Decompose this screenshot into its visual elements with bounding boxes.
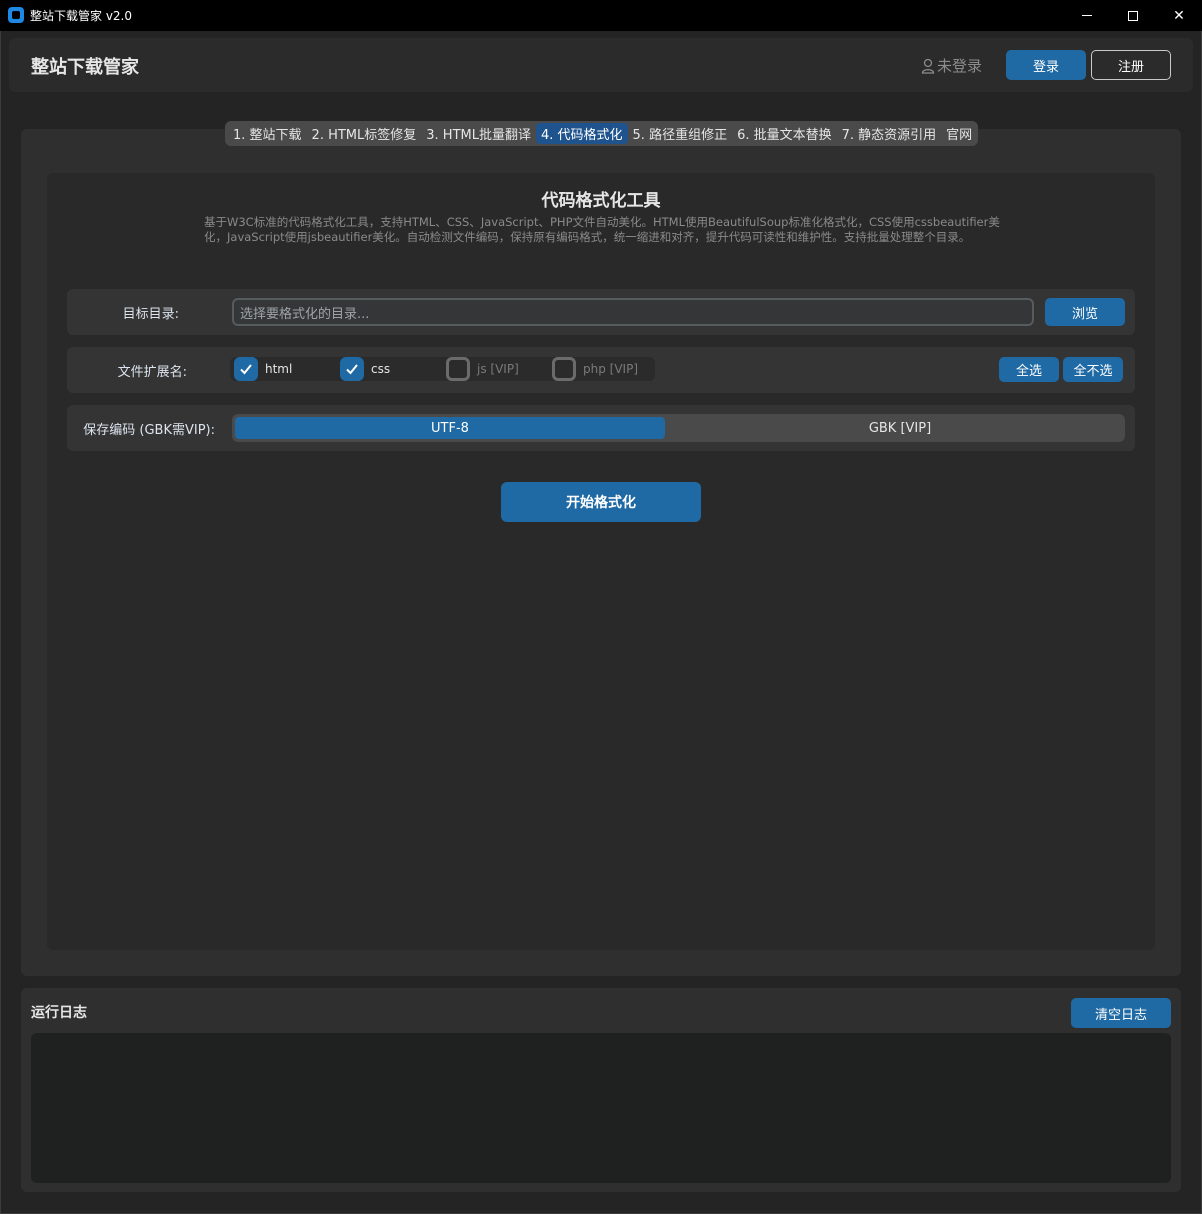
tab-path-fix[interactable]: 5. 路径重组修正 (628, 123, 733, 144)
browse-button[interactable]: 浏览 (1045, 298, 1125, 326)
app-icon (8, 7, 24, 23)
checkbox-label: js [VIP] (477, 362, 519, 376)
checkbox-js[interactable]: js [VIP] (446, 357, 519, 381)
minimize-button[interactable] (1064, 0, 1110, 31)
tab-html-tag-fix[interactable]: 2. HTML标签修复 (307, 123, 422, 144)
tab-code-format[interactable]: 4. 代码格式化 (535, 123, 628, 144)
maximize-button[interactable] (1110, 0, 1156, 31)
tab-official-site[interactable]: 官网 (941, 123, 977, 144)
tool-title: 代码格式化工具 (541, 191, 661, 211)
minimize-icon (1082, 15, 1092, 16)
close-icon: ✕ (1173, 7, 1185, 24)
log-title: 运行日志 (31, 1005, 87, 1021)
user-icon (921, 58, 935, 74)
checkbox-html[interactable]: html (234, 357, 292, 381)
log-panel: 运行日志 清空日志 (21, 988, 1181, 1192)
header-bar: 整站下载管家 未登录 登录 注册 (9, 38, 1193, 92)
code-format-panel: 代码格式化工具 基于W3C标准的代码格式化工具，支持HTML、CSS、JavaS… (47, 173, 1155, 950)
select-none-button[interactable]: 全不选 (1063, 357, 1123, 382)
target-dir-row: 目标目录: 选择要格式化的目录... 浏览 (67, 289, 1135, 335)
login-status: 未登录 (937, 57, 983, 75)
extensions-label: 文件扩展名: (117, 364, 187, 380)
checkbox-unchecked-icon (552, 357, 576, 381)
window-title: 整站下载管家 v2.0 (30, 9, 133, 23)
encoding-segmented-control: UTF-8 GBK [VIP] (232, 414, 1125, 442)
select-all-button[interactable]: 全选 (999, 357, 1059, 382)
log-output[interactable] (31, 1033, 1171, 1183)
checkbox-label: php [VIP] (583, 362, 639, 376)
tab-batch-replace[interactable]: 6. 批量文本替换 (732, 123, 837, 144)
encoding-option-utf8[interactable]: UTF-8 (235, 417, 665, 439)
checkbox-unchecked-icon (446, 357, 470, 381)
window-titlebar: 整站下载管家 v2.0 ✕ (0, 0, 1202, 31)
tab-html-batch-translate[interactable]: 3. HTML批量翻译 (421, 123, 536, 144)
checkbox-php[interactable]: php [VIP] (552, 357, 638, 381)
checkbox-checked-icon (340, 357, 364, 381)
checkbox-label: html (265, 362, 293, 376)
close-button[interactable]: ✕ (1156, 0, 1202, 31)
tool-description: 基于W3C标准的代码格式化工具，支持HTML、CSS、JavaScript、PH… (204, 215, 1000, 244)
tab-site-download[interactable]: 1. 整站下载 (228, 123, 307, 144)
checkbox-checked-icon (234, 357, 258, 381)
app-name: 整站下载管家 (31, 57, 139, 78)
encoding-option-gbk[interactable]: GBK [VIP] (678, 417, 1122, 439)
tab-bar: 1. 整站下载 2. HTML标签修复 3. HTML批量翻译 4. 代码格式化… (225, 121, 978, 146)
extensions-row: 文件扩展名: html css js [VIP] php [VIP] 全选 全不… (67, 347, 1135, 393)
clear-log-button[interactable]: 清空日志 (1071, 998, 1171, 1028)
encoding-label: 保存编码 (GBK需VIP): (83, 422, 215, 438)
maximize-icon (1128, 10, 1138, 21)
target-dir-input[interactable]: 选择要格式化的目录... (232, 298, 1034, 326)
register-button[interactable]: 注册 (1091, 50, 1171, 80)
extensions-group: html css js [VIP] php [VIP] (230, 357, 655, 381)
login-button[interactable]: 登录 (1006, 50, 1086, 80)
checkbox-css[interactable]: css (340, 357, 390, 381)
start-format-button[interactable]: 开始格式化 (501, 482, 701, 522)
target-dir-label: 目标目录: (122, 306, 179, 322)
tab-static-resources[interactable]: 7. 静态资源引用 (837, 123, 942, 144)
encoding-row: 保存编码 (GBK需VIP): UTF-8 GBK [VIP] (67, 405, 1135, 451)
checkbox-label: css (371, 362, 391, 376)
